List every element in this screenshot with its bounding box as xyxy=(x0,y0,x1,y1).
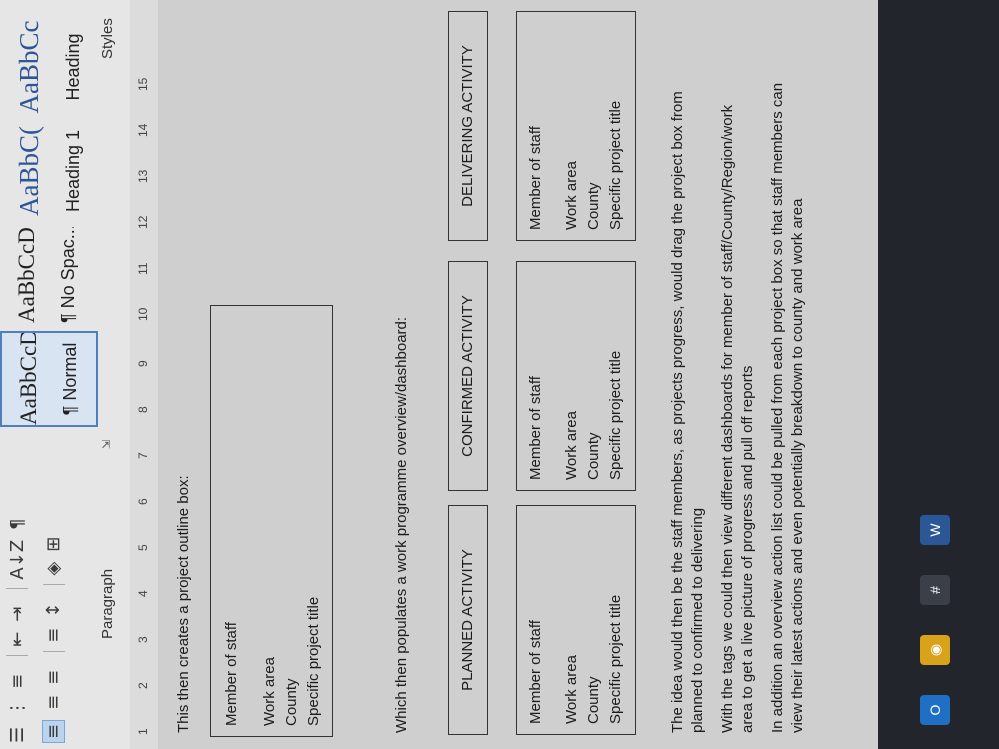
paragraph-line: With the tags we could then view differe… xyxy=(719,104,736,733)
ruler-number: 5 xyxy=(136,544,150,551)
card-project-title: Specific project title xyxy=(607,350,624,480)
ruler-number: 12 xyxy=(136,215,150,229)
outline-member: Member of staff xyxy=(223,622,240,726)
project-card[interactable]: Member of staff Work area County Specific p… xyxy=(516,505,636,735)
word-window: ☰ ⋮ ≡ ⇤ ⇥ A↓Z ¶ ≡ ≡ ≡ ≡ ↕ ◈ ⊞ Paragraph ⇲ AaBbCcDd ¶ … xyxy=(0,0,999,749)
project-card[interactable]: Member of staff Work area County Specific p… xyxy=(516,11,636,241)
multilevel-list-icon[interactable]: ≡ xyxy=(7,674,28,689)
chrome-icon[interactable]: ◉ xyxy=(920,635,950,665)
style-name: Heading xyxy=(63,33,83,101)
word-icon[interactable]: W xyxy=(920,515,950,545)
card-work-area: Work area xyxy=(563,655,580,724)
numbering-icon[interactable]: ⋮ xyxy=(7,699,28,717)
line-spacing-icon[interactable]: ↕ xyxy=(43,603,64,618)
card-work-area: Work area xyxy=(563,411,580,480)
paragraph-line: view their latest actions and even poten… xyxy=(789,198,806,733)
style-sample: AaBbCcDd xyxy=(14,227,39,323)
paragraph-line: In addition an overview action list coul… xyxy=(769,82,786,733)
ruler-number: 13 xyxy=(136,169,150,183)
sort-icon[interactable]: A↓Z xyxy=(7,540,28,580)
stage-header: PLANNED ACTIVITY xyxy=(448,505,488,735)
ruler-number: 1 xyxy=(136,728,150,735)
stage-header: CONFIRMED ACTIVITY xyxy=(448,261,488,491)
bullets-icon[interactable]: ☰ xyxy=(7,727,28,743)
document-body[interactable]: This then creates a project outline box:… xyxy=(158,0,878,749)
intro-text: This then creates a project outline box: xyxy=(175,475,192,733)
style-sample: AaBbCc xyxy=(14,20,44,114)
decrease-indent-icon[interactable]: ⇤ xyxy=(7,632,28,647)
styles-group-label: Styles xyxy=(99,18,116,59)
ribbon: ☰ ⋮ ≡ ⇤ ⇥ A↓Z ¶ ≡ ≡ ≡ ≡ ↕ ◈ ⊞ Paragraph ⇲ AaBbCcDd ¶ … xyxy=(0,0,131,749)
ruler-number: 4 xyxy=(136,590,150,597)
ruler-number: 8 xyxy=(136,406,150,413)
outline-project-title: Specific project title xyxy=(305,596,322,726)
style-tile[interactable]: AaBbCcDd ¶ No Spac... xyxy=(0,227,98,323)
ruler-number: 9 xyxy=(136,360,150,367)
ruler-number: 3 xyxy=(136,636,150,643)
taskbar: O ◉ # W xyxy=(878,0,999,749)
toolbar-separator xyxy=(6,587,28,589)
card-county: County xyxy=(585,676,602,724)
card-member: Member of staff xyxy=(527,126,544,230)
toolbar-separator xyxy=(6,654,28,656)
card-member: Member of staff xyxy=(527,620,544,724)
style-sample: AaBbCcDd xyxy=(16,331,41,425)
card-county: County xyxy=(585,182,602,230)
style-name: Heading 1 xyxy=(63,129,83,213)
borders-icon[interactable]: ⊞ xyxy=(43,537,64,552)
ruler-number: 14 xyxy=(136,123,150,137)
toolbar-separator xyxy=(42,650,65,652)
shading-icon[interactable]: ◈ xyxy=(43,562,64,576)
card-project-title: Specific project title xyxy=(607,100,624,230)
paragraph-toolbar-row-2: ≡ ≡ ≡ ≡ ↕ ◈ ⊞ xyxy=(42,527,65,743)
project-card[interactable]: Member of staff Work area County Specific p… xyxy=(516,261,636,491)
paragraph-dialog-launcher-icon[interactable]: ⇲ xyxy=(100,440,113,449)
style-name: ¶ Normal xyxy=(60,342,80,416)
horizontal-ruler[interactable]: 1 2 3 4 5 6 7 8 9 10 11 12 13 14 15 xyxy=(130,0,159,749)
project-outline-box: Member of staff Work area County Specifi… xyxy=(210,305,333,737)
style-sample: AaBbC( xyxy=(14,126,44,216)
style-name: ¶ No Spac... xyxy=(58,227,78,323)
card-county: County xyxy=(585,432,602,480)
align-left-icon[interactable]: ≡ xyxy=(42,719,65,743)
stage-header: DELIVERING ACTIVITY xyxy=(448,11,488,241)
paragraph-toolbar-row-1: ☰ ⋮ ≡ ⇤ ⇥ A↓Z ¶ xyxy=(6,508,28,743)
outline-county: County xyxy=(283,678,300,726)
style-tile[interactable]: AaBbCcDd ¶ Normal xyxy=(0,331,98,427)
photo-frame: ☰ ⋮ ≡ ⇤ ⇥ A↓Z ¶ ≡ ≡ ≡ ≡ ↕ ◈ ⊞ Paragraph ⇲ AaBbCcDd ¶ … xyxy=(0,0,999,749)
ruler-number: 6 xyxy=(136,498,150,505)
ruler-number: 2 xyxy=(136,682,150,689)
paragraph-line: area to get a live picture of progress a… xyxy=(739,365,756,733)
ruler-number: 7 xyxy=(136,452,150,459)
ruler-number: 10 xyxy=(136,307,150,321)
align-center-icon[interactable]: ≡ xyxy=(43,695,64,710)
align-right-icon[interactable]: ≡ xyxy=(43,670,64,685)
outlook-icon[interactable]: O xyxy=(920,695,950,725)
ruler-number: 11 xyxy=(136,262,150,275)
paragraph-group-label: Paragraph xyxy=(99,568,116,639)
toolbar-separator xyxy=(42,583,65,585)
slack-icon[interactable]: # xyxy=(920,575,950,605)
pilcrow-icon[interactable]: ¶ xyxy=(7,518,28,529)
justify-icon[interactable]: ≡ xyxy=(43,628,64,643)
outline-work-area: Work area xyxy=(261,657,278,726)
card-work-area: Work area xyxy=(563,161,580,230)
increase-indent-icon[interactable]: ⇥ xyxy=(7,607,28,622)
ruler-number: 15 xyxy=(136,77,150,91)
card-project-title: Specific project title xyxy=(607,594,624,724)
style-tile[interactable]: AaBbCc Heading xyxy=(0,19,98,115)
paragraph-line: planned to confirmed to delivering xyxy=(689,507,706,733)
card-member: Member of staff xyxy=(527,376,544,480)
dashboard-intro-text: Which then populates a work programme ov… xyxy=(393,316,410,733)
paragraph-line: The idea would then be the staff members… xyxy=(669,91,686,733)
style-tile[interactable]: AaBbC( Heading 1 xyxy=(0,123,98,219)
